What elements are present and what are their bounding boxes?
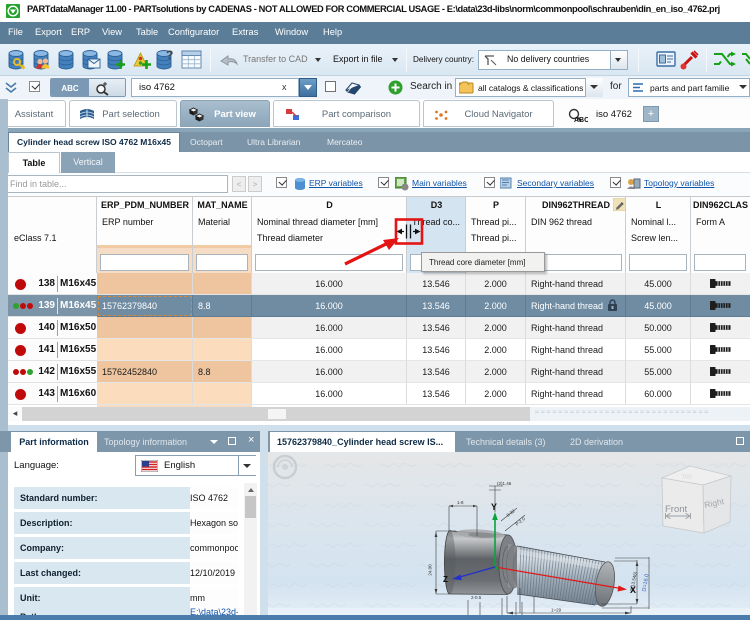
svg-text:(2)1.46: (2)1.46 <box>497 481 512 486</box>
svg-text:ABC: ABC <box>574 117 588 124</box>
svg-text:Y: Y <box>491 502 497 512</box>
svg-text:2-0.5: 2-0.5 <box>471 595 482 600</box>
svg-text:1-8: 1-8 <box>457 500 464 505</box>
svg-text:24.00: 24.00 <box>428 564 433 576</box>
svg-text:Z: Z <box>443 575 448 584</box>
svg-text:X: X <box>630 585 636 595</box>
svg-text:?: ? <box>166 48 173 62</box>
svg-text:Front: Front <box>665 504 688 515</box>
svg-text:Top: Top <box>681 473 693 481</box>
svg-text:1=29: 1=29 <box>551 608 562 613</box>
